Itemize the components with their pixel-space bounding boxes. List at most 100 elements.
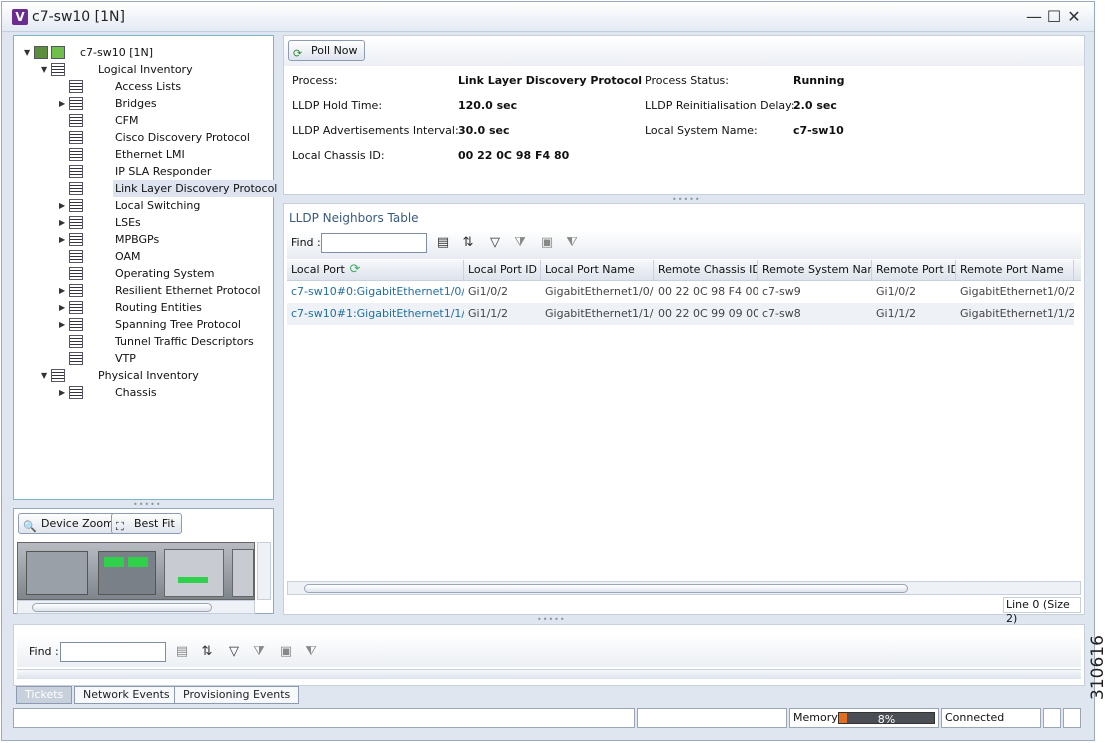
tree-item[interactable]: Resilient Ethernet Protocol bbox=[113, 282, 263, 299]
column-header[interactable]: Remote System Name bbox=[758, 260, 872, 280]
expand-arrow-icon[interactable]: ▶ bbox=[59, 95, 67, 112]
window-title: c7-sw10 [1N] bbox=[32, 9, 125, 25]
table-header: Local Port Local Port ID Local Port Name Re… bbox=[287, 260, 1081, 281]
table-horizontal-scrollbar[interactable] bbox=[287, 581, 1081, 595]
poll-now-button[interactable]: ⟳ Poll Now bbox=[288, 40, 365, 61]
events-find-input[interactable] bbox=[60, 642, 166, 662]
refresh-icon: ⟳ bbox=[293, 47, 303, 60]
splitter-handle[interactable]: ••••• bbox=[537, 615, 566, 624]
table-cell: GigabitEthernet1/0/2 bbox=[960, 285, 1074, 298]
table-icon bbox=[69, 199, 83, 212]
lldp-details-panel: ⟳ Poll Now Process: Link Layer Discovery … bbox=[283, 35, 1085, 195]
field-value: 2.0 sec bbox=[793, 99, 837, 112]
tree-item[interactable]: Ethernet LMI bbox=[113, 146, 187, 163]
column-header[interactable]: Remote Port Name bbox=[956, 260, 1074, 280]
tree-logical-inventory[interactable]: Logical Inventory bbox=[98, 61, 193, 78]
sort-icon[interactable]: ⇅ bbox=[199, 644, 215, 660]
filter-icon[interactable]: ▽ bbox=[487, 235, 503, 251]
table-cell: 00 22 0C 98 F4 00 bbox=[658, 285, 758, 298]
tree-item[interactable]: Routing Entities bbox=[113, 299, 204, 316]
save-icon[interactable]: ▤ bbox=[174, 644, 190, 660]
filter-icon[interactable]: ▽ bbox=[226, 644, 242, 660]
tree-item[interactable]: MPBGPs bbox=[113, 231, 161, 248]
tree-chassis[interactable]: Chassis bbox=[115, 384, 157, 401]
memory-indicator: Memory: 8% bbox=[789, 708, 939, 728]
field-label: LLDP Hold Time: bbox=[292, 99, 383, 112]
maximize-button[interactable]: ☐ bbox=[1045, 7, 1063, 27]
column-header[interactable]: Remote Port ID bbox=[872, 260, 956, 280]
device-zoom-button[interactable]: 🔍 Device Zoom bbox=[18, 513, 121, 534]
tree-item[interactable]: Tunnel Traffic Descriptors bbox=[113, 333, 256, 350]
local-port-link[interactable]: c7-sw10#0:GigabitEthernet1/0/2 bbox=[287, 281, 464, 303]
vertical-scrollbar[interactable] bbox=[257, 542, 271, 600]
table-icon bbox=[69, 182, 83, 195]
clear-filter-icon[interactable]: ▣ bbox=[278, 644, 294, 660]
table-cell: GigabitEthernet1/1/2 bbox=[541, 303, 654, 325]
expand-arrow-icon[interactable]: ▶ bbox=[59, 214, 67, 231]
horizontal-scrollbar[interactable] bbox=[17, 600, 255, 614]
neighbors-find-input[interactable] bbox=[321, 233, 427, 253]
tree-item[interactable]: Access Lists bbox=[113, 78, 183, 95]
tree-item[interactable]: LSEs bbox=[113, 214, 143, 231]
tree-item[interactable]: Local Switching bbox=[113, 197, 202, 214]
status-message bbox=[13, 708, 635, 728]
tree-item[interactable]: CFM bbox=[113, 112, 141, 129]
status-ok-icon bbox=[51, 46, 65, 59]
clear-filter-icon[interactable]: ▣ bbox=[539, 235, 555, 251]
scroll-thumb[interactable] bbox=[32, 603, 212, 612]
expand-arrow-icon[interactable]: ▶ bbox=[59, 316, 67, 333]
connection-status: Connected bbox=[941, 708, 1041, 728]
field-value: 120.0 sec bbox=[458, 99, 518, 112]
tree-item[interactable]: Link Layer Discovery Protocol bbox=[113, 180, 280, 197]
save-icon[interactable]: ▤ bbox=[435, 235, 451, 251]
remove-filter-icon[interactable]: ⧨ bbox=[303, 644, 319, 660]
collapse-arrow-icon[interactable]: ▼ bbox=[41, 61, 49, 78]
column-header[interactable]: Remote Chassis ID bbox=[654, 260, 758, 280]
table-icon bbox=[69, 250, 83, 263]
table-icon bbox=[69, 233, 83, 246]
tree-item[interactable]: Bridges bbox=[113, 95, 159, 112]
table-cell: Gi1/1/2 bbox=[872, 303, 956, 325]
tree-item[interactable]: VTP bbox=[113, 350, 138, 367]
column-header[interactable]: Local Port ID bbox=[464, 260, 541, 280]
tree-item[interactable]: OAM bbox=[113, 248, 142, 265]
column-header[interactable]: Local Port Name bbox=[541, 260, 654, 280]
tree-physical-inventory[interactable]: Physical Inventory bbox=[98, 367, 199, 384]
advanced-filter-icon[interactable]: ⧩ bbox=[512, 235, 528, 251]
tree-item[interactable]: Spanning Tree Protocol bbox=[113, 316, 243, 333]
sort-icon[interactable]: ⇅ bbox=[460, 235, 476, 251]
collapse-arrow-icon[interactable]: ▼ bbox=[41, 367, 49, 384]
expand-arrow-icon[interactable]: ▶ bbox=[59, 299, 67, 316]
table-scroll-thumb[interactable] bbox=[304, 584, 908, 593]
expand-arrow-icon[interactable]: ▶ bbox=[59, 197, 67, 214]
collapse-arrow-icon[interactable]: ▼ bbox=[24, 44, 32, 61]
tree-item[interactable]: IP SLA Responder bbox=[113, 163, 213, 180]
table-cell: Gi1/0/2 bbox=[468, 285, 508, 298]
remove-filter-icon[interactable]: ⧨ bbox=[564, 235, 580, 251]
close-button[interactable]: ✕ bbox=[1065, 7, 1083, 27]
inventory-tree: ▼ c7-sw10 [1N] ▼ Logical Inventory Acces… bbox=[13, 35, 280, 500]
events-find-label: Find : bbox=[29, 645, 59, 658]
expand-arrow-icon[interactable]: ▶ bbox=[59, 282, 67, 299]
tree-root[interactable]: c7-sw10 [1N] bbox=[80, 44, 153, 61]
tree-item[interactable]: Operating System bbox=[113, 265, 217, 282]
tree-item[interactable]: Cisco Discovery Protocol bbox=[113, 129, 252, 146]
table-cell: Gi1/0/2 bbox=[876, 285, 916, 298]
tab-tickets[interactable]: Tickets bbox=[16, 686, 73, 704]
chassis-image[interactable] bbox=[17, 542, 255, 600]
sort-ascending-icon[interactable]: ⟳ bbox=[347, 262, 363, 278]
table-icon bbox=[69, 284, 83, 297]
advanced-filter-icon[interactable]: ⧩ bbox=[251, 644, 267, 660]
expand-arrow-icon[interactable]: ▶ bbox=[59, 384, 67, 401]
table-icon bbox=[69, 352, 83, 365]
best-fit-button[interactable]: ⛶ Best Fit bbox=[111, 513, 182, 534]
column-header[interactable]: Local Port bbox=[287, 260, 464, 280]
tab-network-events[interactable]: Network Events bbox=[74, 686, 179, 704]
minimize-button[interactable]: — bbox=[1025, 7, 1043, 27]
local-port-link[interactable]: c7-sw10#1:GigabitEthernet1/1/2 bbox=[287, 303, 464, 325]
magnifier-icon: 🔍 bbox=[23, 520, 37, 533]
field-value: Link Layer Discovery Protocol bbox=[458, 74, 643, 87]
table-icon bbox=[69, 301, 83, 314]
expand-arrow-icon[interactable]: ▶ bbox=[59, 231, 67, 248]
tab-provisioning-events[interactable]: Provisioning Events bbox=[174, 686, 300, 704]
